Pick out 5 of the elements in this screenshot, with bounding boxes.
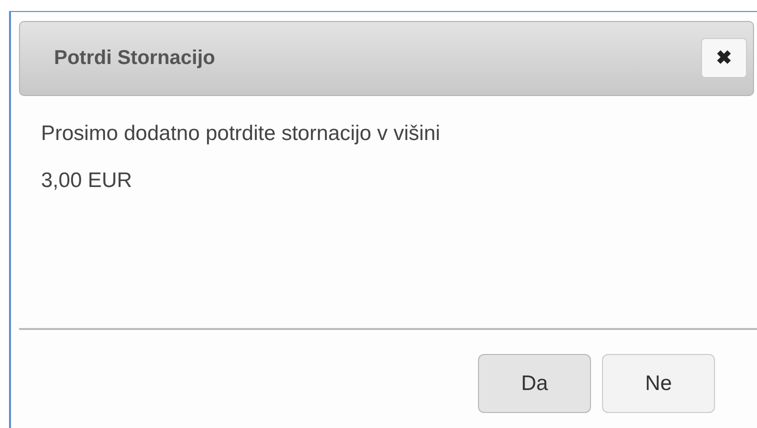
dialog-button[interactable]: Ne bbox=[602, 354, 715, 413]
close-button[interactable]: ✖ bbox=[701, 38, 747, 78]
dialog-title: Potrdi Stornacijo bbox=[54, 47, 216, 70]
confirmation-message: Prosimo dodatno potrdite stornacijo v višini 3,00 EUR bbox=[41, 121, 442, 194]
dialog-button[interactable]: Da bbox=[478, 354, 591, 413]
